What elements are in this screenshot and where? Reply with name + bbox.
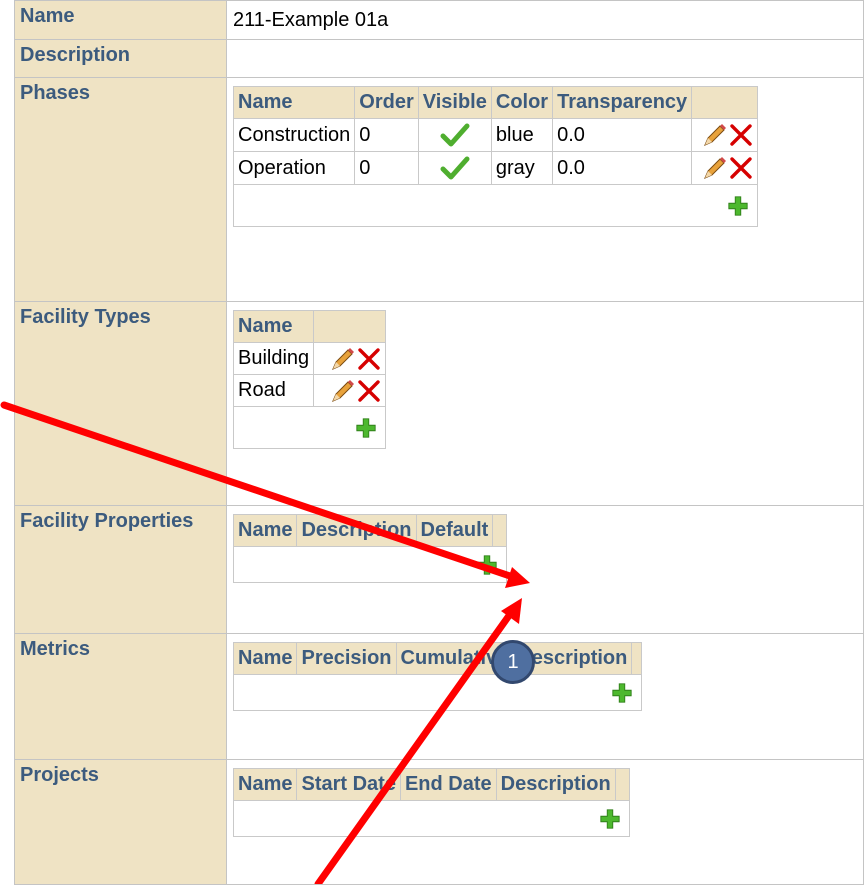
description-row: Description xyxy=(14,39,864,78)
metrics-col-actions xyxy=(631,642,643,675)
facility-properties-col-name: Name xyxy=(232,514,298,547)
add-cell xyxy=(232,184,759,227)
phase-order: 0 xyxy=(354,118,419,152)
row-actions xyxy=(691,151,759,185)
row-actions xyxy=(691,118,759,152)
projects-label: Projects xyxy=(14,759,227,885)
facility-properties-col-description: Description xyxy=(296,514,417,547)
projects-col-name: Name xyxy=(232,768,298,801)
name-label: Name xyxy=(14,0,227,40)
phase-transparency: 0.0 xyxy=(552,151,693,185)
metrics-col-name: Name xyxy=(232,642,298,675)
metrics-col-precision: Precision xyxy=(296,642,397,675)
phases-row: Phases Name Order Visible Color Transpar… xyxy=(14,77,864,302)
add-cell xyxy=(233,800,630,837)
table-row: Road xyxy=(232,374,387,407)
phases-col-transparency: Transparency xyxy=(552,86,693,119)
step-marker-badge: 1 xyxy=(491,640,535,684)
facility-type-name: Building xyxy=(232,342,315,375)
row-actions xyxy=(313,342,387,375)
projects-col-start-date: Start Date xyxy=(296,768,401,801)
facility-properties-table: Name Description Default xyxy=(232,514,508,583)
pencil-icon[interactable] xyxy=(702,155,728,181)
facility-types-col-actions xyxy=(313,310,387,343)
add-row xyxy=(232,674,643,711)
phases-header-row: Name Order Visible Color Transparency xyxy=(232,86,759,119)
projects-header-row: Name Start Date End Date Description xyxy=(232,768,630,801)
add-cell xyxy=(232,406,387,449)
facility-types-label: Facility Types xyxy=(14,301,227,506)
phases-col-actions xyxy=(691,86,759,119)
checkmark-icon xyxy=(440,155,470,181)
description-value xyxy=(226,39,864,78)
metrics-table: Name Precision Cumulative Description xyxy=(232,642,643,711)
facility-types-header-row: Name xyxy=(232,310,387,343)
projects-col-end-date: End Date xyxy=(399,768,497,801)
add-plus-icon[interactable] xyxy=(727,195,749,217)
add-row xyxy=(232,184,759,227)
table-row: Building xyxy=(232,342,387,375)
pencil-icon[interactable] xyxy=(330,346,356,372)
metrics-label: Metrics xyxy=(14,633,227,760)
facility-properties-col-actions xyxy=(492,514,508,547)
table-row: Construction 0 blue 0.0 xyxy=(232,118,759,152)
add-cell xyxy=(232,546,508,583)
pencil-icon[interactable] xyxy=(702,122,728,148)
projects-col-description: Description xyxy=(495,768,616,801)
phases-col-name: Name xyxy=(232,86,356,119)
add-row xyxy=(233,800,630,837)
metrics-header-row: Name Precision Cumulative Description xyxy=(232,642,643,675)
phase-name: Operation xyxy=(232,151,356,185)
facility-types-col-name: Name xyxy=(232,310,315,343)
name-row: Name 211-Example 01a xyxy=(14,0,864,40)
delete-x-icon[interactable] xyxy=(356,378,382,404)
phases-col-color: Color xyxy=(490,86,554,119)
pencil-icon[interactable] xyxy=(330,378,356,404)
phase-order: 0 xyxy=(354,151,419,185)
row-actions xyxy=(313,374,387,407)
add-plus-icon[interactable] xyxy=(611,682,633,704)
facility-properties-label: Facility Properties xyxy=(14,505,227,634)
phase-transparency: 0.0 xyxy=(552,118,693,152)
add-plus-icon[interactable] xyxy=(599,808,621,830)
item-properties-table: Name 211-Example 01a Description Phases … xyxy=(14,0,864,885)
projects-row: Projects Name Start Date End Date Descri… xyxy=(14,759,864,885)
add-plus-icon[interactable] xyxy=(476,554,498,576)
add-cell xyxy=(232,674,643,711)
facility-properties-row: Facility Properties Name Description Def… xyxy=(14,505,864,634)
checkmark-icon xyxy=(440,122,470,148)
add-row xyxy=(232,546,508,583)
phases-col-order: Order xyxy=(354,86,419,119)
facility-properties-col-default: Default xyxy=(415,514,494,547)
phases-label: Phases xyxy=(14,77,227,302)
projects-table: Name Start Date End Date Description xyxy=(232,768,630,837)
delete-x-icon[interactable] xyxy=(356,346,382,372)
facility-type-name: Road xyxy=(232,374,315,407)
facility-types-table: Name Building Road xyxy=(232,310,387,449)
phase-color: gray xyxy=(490,151,554,185)
description-label: Description xyxy=(14,39,227,78)
phase-color: blue xyxy=(490,118,554,152)
table-row: Operation 0 gray 0.0 xyxy=(232,151,759,185)
facility-types-row: Facility Types Name Building Road xyxy=(14,301,864,506)
projects-col-actions xyxy=(614,768,630,801)
delete-x-icon[interactable] xyxy=(728,122,754,148)
add-plus-icon[interactable] xyxy=(355,417,377,439)
phase-name: Construction xyxy=(232,118,356,152)
phase-visible xyxy=(417,151,492,185)
phases-col-visible: Visible xyxy=(417,86,492,119)
facility-properties-header-row: Name Description Default xyxy=(232,514,508,547)
delete-x-icon[interactable] xyxy=(728,155,754,181)
add-row xyxy=(232,406,387,449)
metrics-row: Metrics Name Precision Cumulative Descri… xyxy=(14,633,864,760)
name-value: 211-Example 01a xyxy=(226,0,864,40)
phase-visible xyxy=(417,118,492,152)
phases-table: Name Order Visible Color Transparency Co… xyxy=(232,86,759,227)
